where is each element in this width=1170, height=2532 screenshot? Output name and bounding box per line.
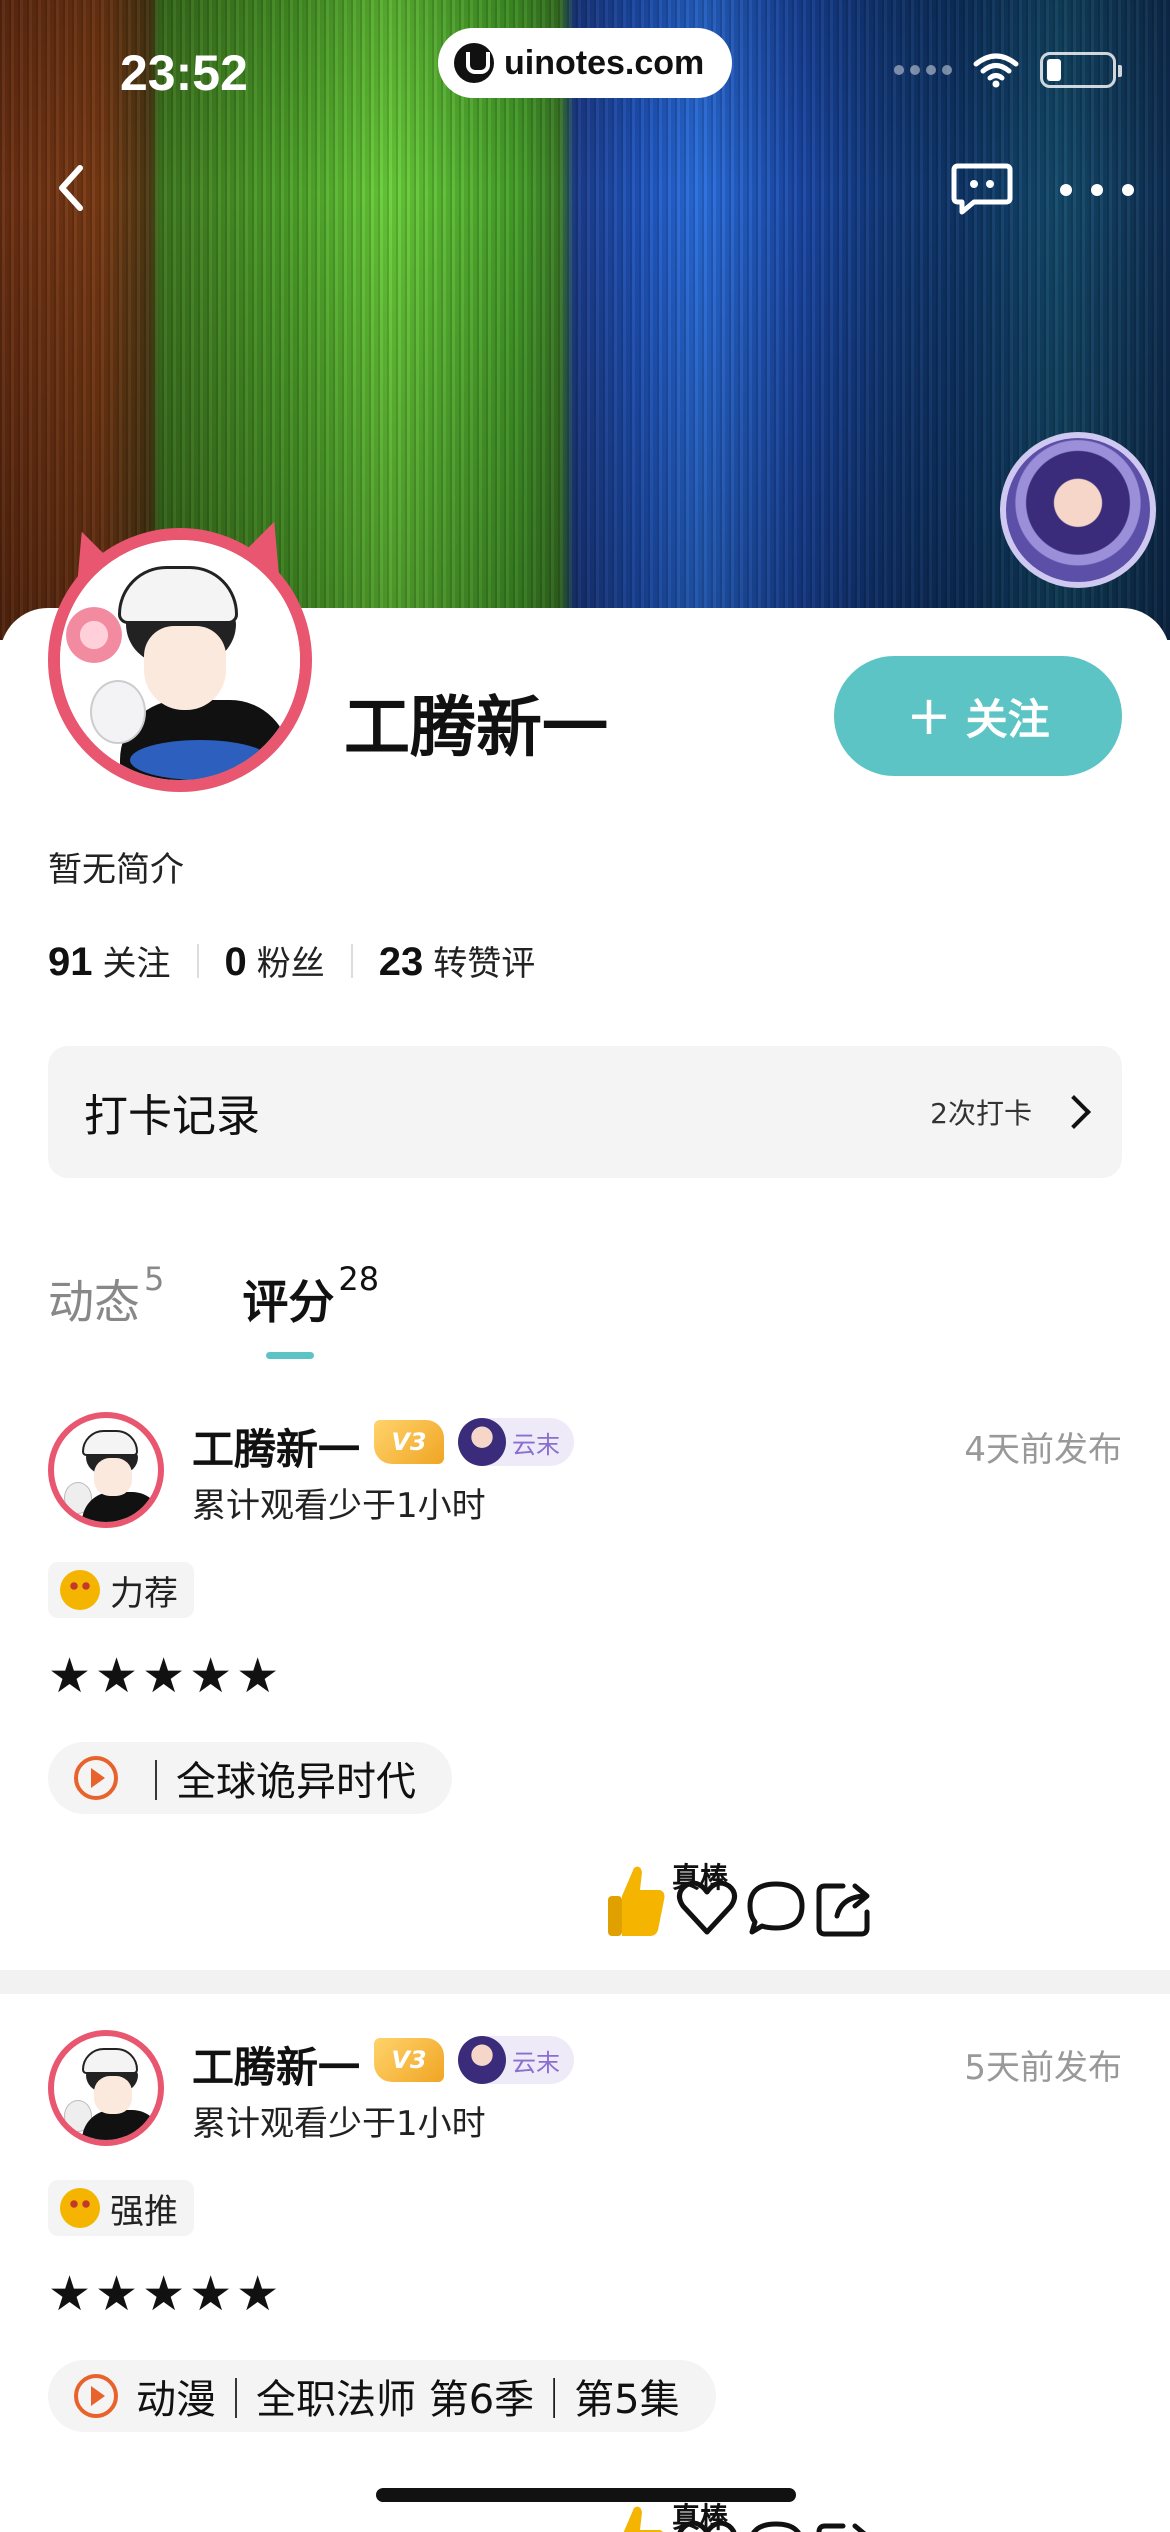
thumbs-up-icon[interactable] xyxy=(600,2500,670,2532)
rating-post: 工腾新一 V3 云末 5天前发布 累计观看少于1小时 强推 ★★★★★ 动漫｜全… xyxy=(0,2030,1170,2532)
post-actions: 真棒 xyxy=(600,1860,1122,1940)
member-badge: 云末 xyxy=(458,2036,574,2084)
share-icon[interactable] xyxy=(813,2516,877,2532)
content-tabs: 动态 5 评分 28 xyxy=(48,1260,379,1332)
share-icon[interactable] xyxy=(813,1876,877,1940)
stat-interactions[interactable]: 23 转赞评 xyxy=(379,936,536,985)
stat-label: 关注 xyxy=(102,944,171,984)
post-actions: 真棒 xyxy=(600,2500,1122,2532)
post-author-avatar[interactable] xyxy=(48,1412,164,1528)
member-badge: 云末 xyxy=(458,1418,574,1466)
tab-count: 28 xyxy=(338,1260,380,1298)
stat-following[interactable]: 91 关注 xyxy=(48,936,171,985)
recommend-tag: 力荐 xyxy=(48,1562,194,1618)
profile-avatar[interactable] xyxy=(48,528,312,792)
stat-divider xyxy=(350,943,353,978)
tab-count: 5 xyxy=(144,1260,165,1298)
tab-activity[interactable]: 动态 5 xyxy=(48,1260,164,1332)
play-icon xyxy=(74,1756,118,1800)
post-time: 5天前发布 xyxy=(964,2048,1122,2088)
recommend-tag-label: 力荐 xyxy=(110,1573,178,1614)
wifi-icon xyxy=(973,53,1019,88)
battery-icon xyxy=(1040,52,1122,88)
emoji-icon xyxy=(60,1570,100,1610)
badge-avatar-icon xyxy=(458,1418,506,1466)
stat-label: 粉丝 xyxy=(256,944,325,984)
like-label: 真棒 xyxy=(672,1861,729,1894)
status-icons xyxy=(894,52,1122,88)
comment-icon[interactable] xyxy=(744,1876,808,1940)
profile-stats: 91 关注 0 粉丝 23 转赞评 xyxy=(48,936,535,985)
badge-avatar-icon xyxy=(458,2036,506,2084)
vip-level-badge: V3 xyxy=(374,2038,444,2082)
rating-post: 工腾新一 V3 云末 4天前发布 累计观看少于1小时 力荐 ★★★★★ ｜全球诡… xyxy=(0,1412,1170,1972)
follow-button-label: 关注 xyxy=(965,694,1050,744)
back-icon[interactable] xyxy=(48,158,92,218)
vip-level-badge: V3 xyxy=(374,1420,444,1464)
message-icon[interactable] xyxy=(950,160,1014,218)
tab-label: 动态 xyxy=(48,1275,140,1329)
chevron-right-icon xyxy=(1057,1095,1091,1129)
post-time: 4天前发布 xyxy=(964,1430,1122,1470)
plus-icon: + xyxy=(906,684,952,747)
thumbs-up-icon[interactable] xyxy=(600,1860,670,1940)
status-time: 23:52 xyxy=(120,45,248,101)
cellular-signal-icon xyxy=(894,65,952,75)
post-divider xyxy=(0,1970,1170,1994)
post-author-name[interactable]: 工腾新一 xyxy=(192,1416,360,1477)
follow-button[interactable]: + 关注 xyxy=(834,656,1122,776)
post-author-avatar[interactable] xyxy=(48,2030,164,2146)
checkin-record-row[interactable]: 打卡记录 2次打卡 xyxy=(48,1046,1122,1178)
active-tab-indicator xyxy=(266,1352,314,1359)
star-rating: ★★★★★ xyxy=(48,1648,284,1704)
stat-number: 23 xyxy=(378,940,424,984)
stat-number: 0 xyxy=(224,940,247,984)
emoji-icon xyxy=(60,2188,100,2228)
url-pill: uinotes.com xyxy=(438,28,732,98)
checkin-title: 打卡记录 xyxy=(84,1091,260,1142)
profile-name: 工腾新一 xyxy=(344,689,608,766)
stat-followers[interactable]: 0 粉丝 xyxy=(225,936,325,985)
star-rating: ★★★★★ xyxy=(48,2266,284,2322)
recommend-tag-label: 强推 xyxy=(110,2191,178,2232)
stat-number: 91 xyxy=(48,940,93,984)
recommend-tag: 强推 xyxy=(48,2180,194,2236)
url-text: uinotes.com xyxy=(504,43,705,82)
member-badge-label: 云末 xyxy=(512,2048,560,2077)
stat-label: 转赞评 xyxy=(433,944,536,984)
uinotes-logo-icon xyxy=(454,43,494,83)
more-icon[interactable] xyxy=(1060,170,1134,210)
comment-icon[interactable] xyxy=(744,2516,808,2532)
play-icon xyxy=(74,2374,118,2418)
home-indicator[interactable] xyxy=(376,2488,796,2502)
watch-duration: 累计观看少于1小时 xyxy=(192,1486,486,1526)
work-title: 动漫｜全职法师 第6季｜第5集 xyxy=(136,2377,680,2423)
work-title: ｜全球诡异时代 xyxy=(136,1759,416,1805)
tab-label: 评分 xyxy=(242,1275,335,1329)
work-chip[interactable]: 动漫｜全职法师 第6季｜第5集 xyxy=(48,2360,716,2432)
medal-badge-icon[interactable] xyxy=(1000,432,1156,588)
profile-bio: 暂无简介 xyxy=(48,850,184,890)
work-chip[interactable]: ｜全球诡异时代 xyxy=(48,1742,452,1814)
checkin-count: 2次打卡 xyxy=(930,1097,1032,1130)
tab-ratings[interactable]: 评分 28 xyxy=(242,1260,379,1332)
member-badge-label: 云末 xyxy=(512,1430,560,1459)
stat-divider xyxy=(196,943,199,978)
watch-duration: 累计观看少于1小时 xyxy=(192,2104,486,2144)
post-author-name[interactable]: 工腾新一 xyxy=(192,2034,360,2095)
